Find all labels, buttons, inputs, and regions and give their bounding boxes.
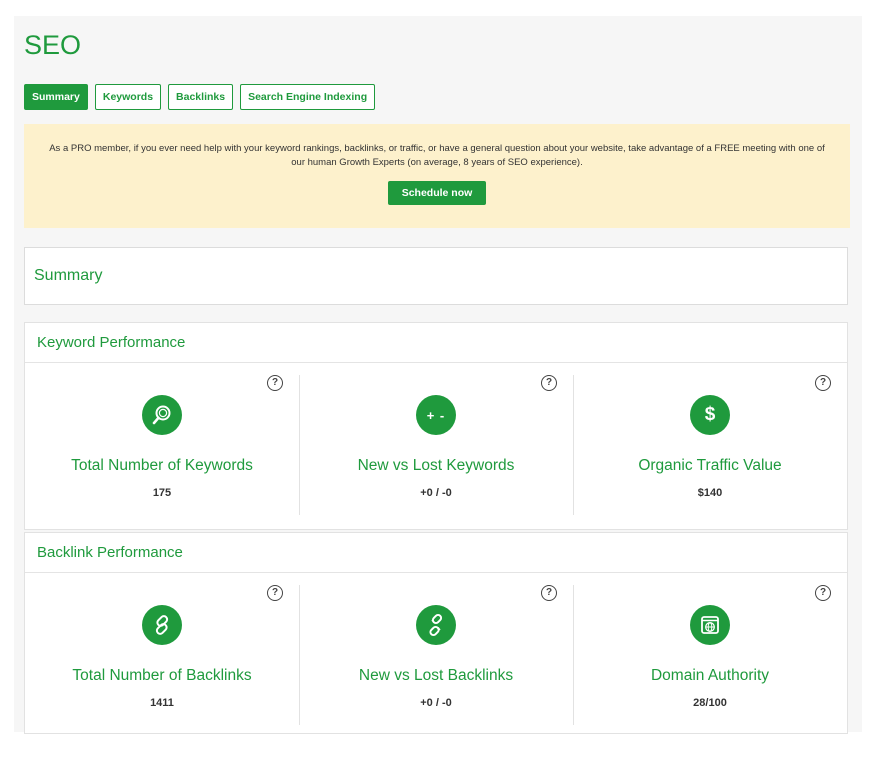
globe-window-icon — [690, 605, 730, 645]
metric-label: New vs Lost Backlinks — [358, 667, 514, 684]
tab-bar: Summary Keywords Backlinks Search Engine… — [24, 84, 376, 110]
metric-label: New vs Lost Keywords — [357, 457, 515, 474]
metric-new-vs-lost-keywords: ? + - New vs Lost Keywords +0 / -0 — [299, 363, 573, 529]
metric-value: 28/100 — [693, 697, 727, 709]
magnifier-icon — [142, 395, 182, 435]
promo-text: As a PRO member, if you ever need help w… — [49, 143, 825, 169]
dollar-glyph: $ — [704, 404, 716, 425]
help-icon[interactable]: ? — [267, 375, 283, 391]
metric-new-vs-lost-backlinks: ? New vs Lost Backlinks +0 / -0 — [299, 573, 573, 733]
link-icon — [142, 605, 182, 645]
backlink-performance-title: Backlink Performance — [25, 533, 847, 573]
broken-link-icon — [416, 605, 456, 645]
schedule-now-button[interactable]: Schedule now — [387, 180, 487, 205]
plus-minus-icon: + - — [416, 395, 456, 435]
metric-value: $140 — [697, 487, 723, 499]
metric-value: +0 / -0 — [420, 487, 452, 499]
metric-total-backlinks: ? Total Number of Backlinks 1411 — [25, 573, 299, 733]
metric-value: 175 — [152, 487, 172, 499]
metric-domain-authority: ? Domain Authority 28/100 — [573, 573, 847, 733]
metric-value: +0 / -0 — [420, 697, 452, 709]
keyword-performance-title: Keyword Performance — [25, 323, 847, 363]
summary-title: Summary — [34, 267, 103, 284]
metric-organic-traffic-value: ? $ Organic Traffic Value $140 — [573, 363, 847, 529]
page-title: SEO — [24, 30, 82, 60]
help-icon[interactable]: ? — [541, 375, 557, 391]
keyword-performance-card: Keyword Performance ? Total Number of Ke… — [24, 322, 848, 530]
help-icon[interactable]: ? — [267, 585, 283, 601]
tab-backlinks[interactable]: Backlinks — [168, 84, 234, 110]
dollar-icon: $ — [690, 395, 730, 435]
help-icon[interactable]: ? — [541, 585, 557, 601]
pro-promo-banner: As a PRO member, if you ever need help w… — [24, 124, 850, 228]
summary-section: Summary — [24, 247, 848, 305]
tab-keywords[interactable]: Keywords — [94, 84, 162, 110]
tab-summary[interactable]: Summary — [24, 84, 88, 110]
metric-value: 1411 — [150, 697, 174, 709]
backlink-performance-card: Backlink Performance ? Total Number of B… — [24, 532, 848, 734]
tab-search-engine-indexing[interactable]: Search Engine Indexing — [240, 84, 376, 110]
metric-label: Total Number of Backlinks — [72, 667, 252, 684]
plus-minus-glyph: + - — [426, 407, 446, 423]
metric-label: Organic Traffic Value — [638, 457, 782, 474]
help-icon[interactable]: ? — [815, 375, 831, 391]
metric-total-keywords: ? Total Number of Keywords 175 — [25, 363, 299, 529]
metric-label: Domain Authority — [650, 667, 770, 684]
help-icon[interactable]: ? — [815, 585, 831, 601]
metric-label: Total Number of Keywords — [71, 457, 253, 474]
seo-panel: SEO Summary Keywords Backlinks Search En… — [14, 16, 862, 734]
